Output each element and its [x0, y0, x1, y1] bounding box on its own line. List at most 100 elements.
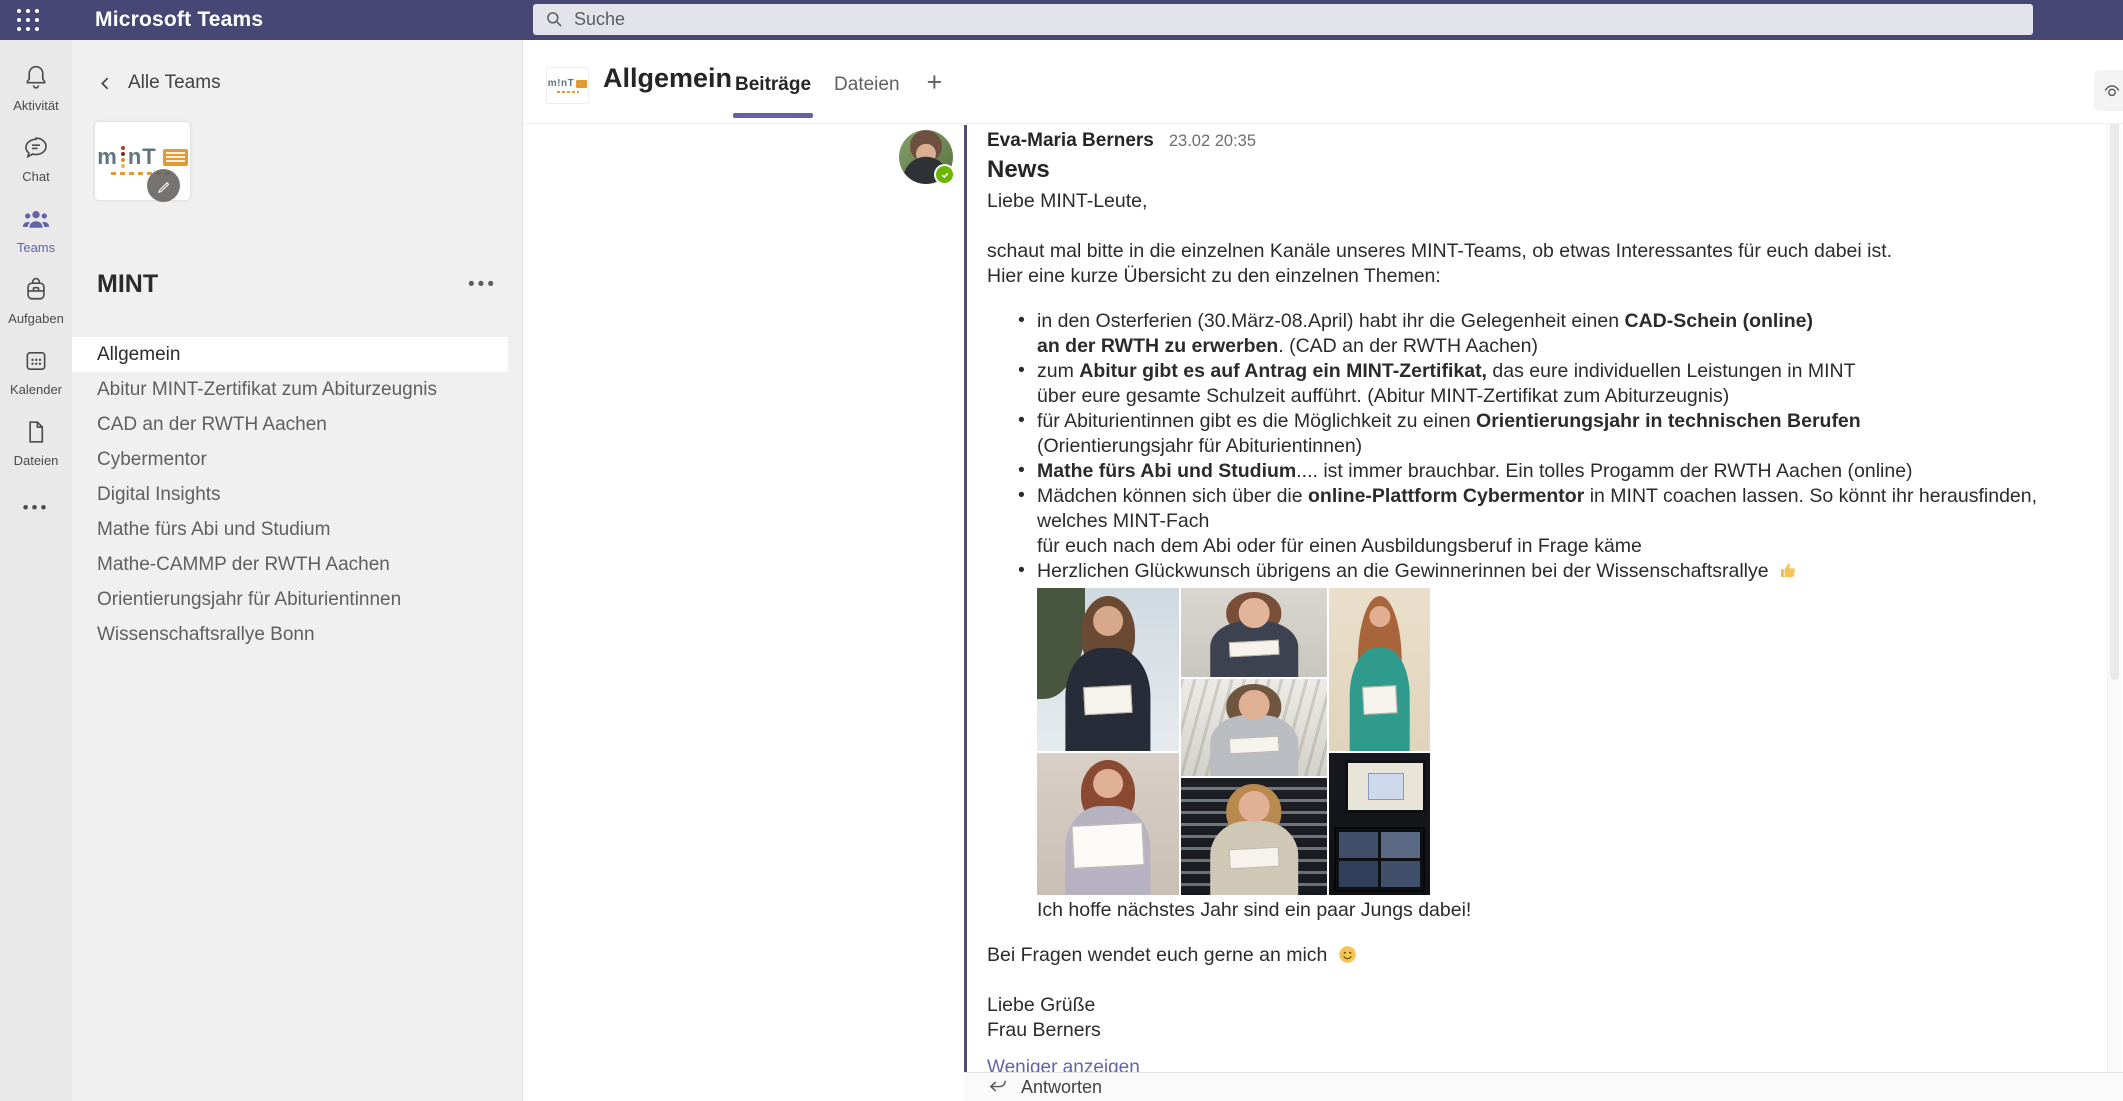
bullet-item: •Mädchen können sich über die online-Pla… [987, 484, 2093, 559]
channel-header: m!nT Allgemein Beiträge Dateien + [523, 40, 2123, 124]
bullet-glyph: • [1018, 483, 1025, 508]
eye-icon [2101, 80, 2123, 102]
channel-list: AllgemeinAbitur MINT-Zertifikat zum Abit… [72, 337, 508, 652]
paragraph-spacer [987, 968, 2093, 993]
logo-dot-column [121, 146, 125, 168]
show-less-link[interactable]: Weniger anzeigen [987, 1057, 1140, 1072]
channel-item[interactable]: Abitur MINT-Zertifikat zum Abiturzeugnis [72, 372, 508, 407]
waffle-icon [17, 9, 39, 31]
message-thread: Eva-Maria Berners 23.02 20:35 News Liebe… [899, 124, 2123, 1072]
top-bar: Microsoft Teams Suche [0, 0, 2123, 40]
smiley-icon [1337, 944, 1358, 965]
message-subject: News [987, 156, 2093, 184]
mini-logo-caption [557, 91, 579, 93]
chevron-left-icon [97, 75, 114, 92]
collage-caption: Ich hoffe nächstes Jahr sind ein paar Ju… [1037, 898, 2093, 923]
rail-item-calendar[interactable]: Kalender [0, 336, 72, 407]
bullet-glyph: • [1018, 408, 1025, 433]
search-placeholder: Suche [574, 9, 625, 30]
tab-beiträge[interactable]: Beiträge [733, 37, 813, 126]
channel-item[interactable]: Wissenschaftsrallye Bonn [72, 617, 508, 652]
team-logo-art: m nT [95, 146, 190, 168]
channel-item[interactable]: CAD an der RWTH Aachen [72, 407, 508, 442]
pencil-icon [155, 177, 173, 195]
rail-item-teams[interactable]: Teams [0, 194, 72, 265]
message-card: Eva-Maria Berners 23.02 20:35 News Liebe… [964, 125, 2123, 1072]
team-name: MINT [97, 270, 158, 299]
rail-item-activity[interactable]: Aktivität [0, 52, 72, 123]
channel-item[interactable]: Mathe fürs Abi und Studium [72, 512, 508, 547]
bullet-item: •in den Osterferien (30.März-08.April) h… [987, 309, 2093, 359]
rail-label: Teams [17, 240, 55, 255]
thumbs-up-icon [1778, 560, 1799, 581]
collage-photo [1037, 753, 1179, 895]
paragraph-spacer [987, 923, 2093, 943]
main-panel: m!nT Allgemein Beiträge Dateien + Eva-Mari… [523, 40, 2123, 1101]
team-options-icon[interactable]: ••• [468, 274, 497, 296]
rail-item-chat[interactable]: Chat [0, 123, 72, 194]
bullet-item: •Mathe fürs Abi und Studium.... ist imme… [987, 459, 2093, 484]
rail-item-files[interactable]: Dateien [0, 407, 72, 478]
collage-photo [1181, 679, 1327, 776]
channel-item[interactable]: Orientierungsjahr für Abiturientinnen [72, 582, 508, 617]
reply-button[interactable]: Antworten [964, 1072, 2123, 1101]
calendar-icon [22, 347, 50, 380]
bullet-item: •zum Abitur gibt es auf Antrag ein MINT-… [987, 359, 2093, 409]
collage-block: Ich hoffe nächstes Jahr sind ein paar Ju… [1037, 588, 2093, 923]
channel-item[interactable]: Allgemein [72, 337, 508, 372]
message-paragraph: Frau Berners [987, 1018, 2093, 1043]
channel-item[interactable]: Mathe-CAMMP der RWTH Aachen [72, 547, 508, 582]
add-tab-button[interactable]: + [927, 67, 943, 96]
collage-photo [1181, 588, 1327, 677]
mini-logo-badge [576, 80, 587, 88]
ellipsis-icon: ••• [23, 498, 50, 517]
team-header: MINT ••• [97, 270, 497, 299]
message-paragraph: Hier eine kurze Übersicht zu den einzeln… [987, 264, 2093, 289]
bullet-glyph: • [1018, 558, 1025, 583]
search-icon [545, 10, 564, 29]
message-paragraph: schaut mal bitte in die einzelnen Kanäle… [987, 239, 2093, 264]
app-launcher-button[interactable] [0, 0, 56, 40]
tab-dateien[interactable]: Dateien [832, 37, 902, 126]
team-logo[interactable]: m nT [95, 122, 190, 200]
bullet-list: •in den Osterferien (30.März-08.April) h… [987, 309, 2093, 584]
search-input[interactable]: Suche [533, 4, 2033, 35]
bullet-glyph: • [1018, 358, 1025, 383]
channel-title: Allgemein [603, 63, 732, 94]
logo-orange-badge [163, 149, 188, 166]
preview-button[interactable] [2094, 70, 2123, 111]
bullet-glyph: • [1018, 308, 1025, 333]
collage-photo [1181, 778, 1327, 895]
rail-more-button[interactable]: ••• [23, 498, 50, 518]
rail-label: Aktivität [13, 98, 59, 113]
paragraph-spacer [987, 214, 2093, 239]
bullet-glyph: • [1018, 458, 1025, 483]
rail-item-assignments[interactable]: Aufgaben [0, 265, 72, 336]
reply-arrow-icon [987, 1078, 1009, 1096]
message-author[interactable]: Eva-Maria Berners [987, 130, 1154, 152]
team-sidebar: Alle Teams m nT MINT ••• AllgemeinAbitur… [72, 40, 523, 1101]
presence-available-icon [934, 164, 955, 185]
rail-label: Dateien [14, 453, 59, 468]
collage-photo [1329, 753, 1430, 895]
bullet-item: •Herzlichen Glückwunsch übrigens an die … [987, 559, 2093, 584]
edit-team-image-button[interactable] [147, 169, 180, 202]
message-paragraph: Liebe Grüße [987, 993, 2093, 1018]
chat-icon [22, 134, 50, 167]
photo-collage[interactable] [1037, 588, 1430, 895]
avatar[interactable] [899, 130, 953, 184]
reply-label: Antworten [1021, 1077, 1102, 1098]
channel-item[interactable]: Digital Insights [72, 477, 508, 512]
backpack-icon [22, 276, 50, 309]
rail-label: Chat [22, 169, 49, 184]
mini-logo-text: m!nT [548, 78, 574, 89]
channel-item[interactable]: Cybermentor [72, 442, 508, 477]
collage-photo [1329, 588, 1430, 751]
app-title: Microsoft Teams [95, 8, 263, 32]
back-label: Alle Teams [128, 72, 221, 94]
bullet-item: •für Abiturientinnen gibt es die Möglich… [987, 409, 2093, 459]
scrollbar-thumb[interactable] [2110, 120, 2119, 680]
back-to-all-teams[interactable]: Alle Teams [97, 72, 221, 94]
message-paragraph: Bei Fragen wendet euch gerne an mich [987, 943, 2093, 968]
message-body: Liebe MINT-Leute,schaut mal bitte in die… [987, 189, 2093, 1043]
